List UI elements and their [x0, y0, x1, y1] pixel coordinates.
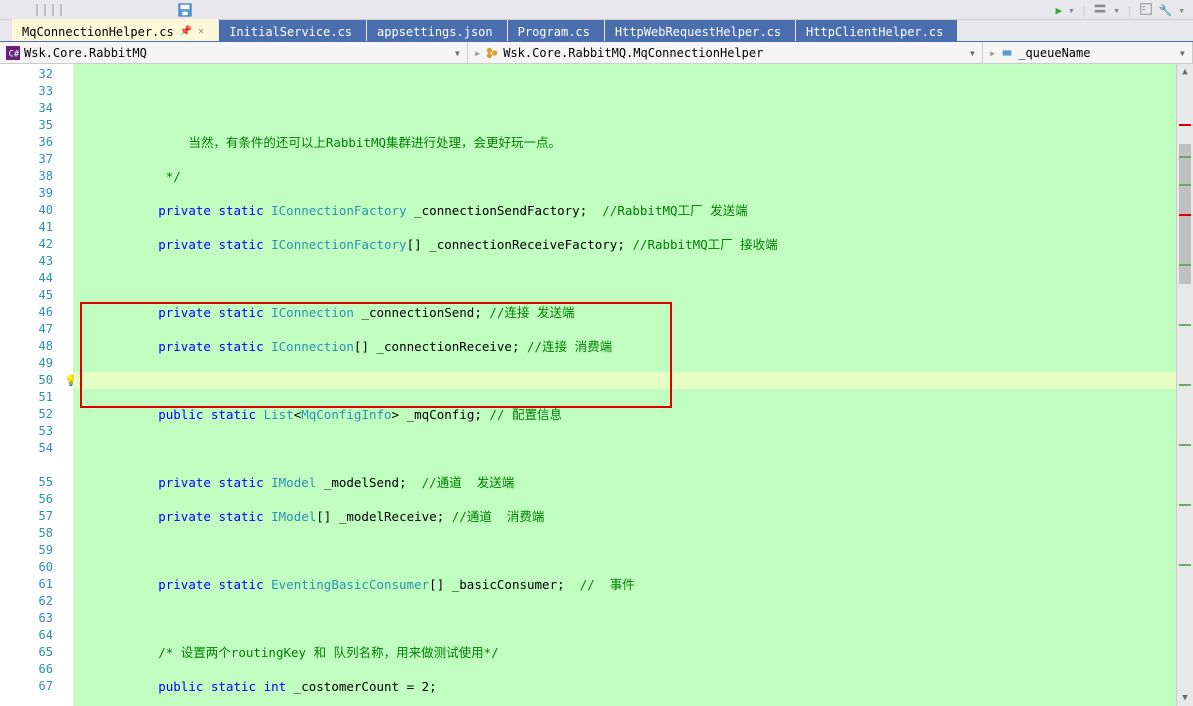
- tab-label: InitialService.cs: [229, 25, 352, 39]
- pin-icon[interactable]: 📌: [180, 26, 192, 37]
- tab-program[interactable]: Program.cs: [508, 19, 604, 41]
- wrench-icon[interactable]: 🔧: [1159, 4, 1173, 17]
- class-icon: [485, 46, 499, 60]
- tab-label: Program.cs: [518, 25, 590, 39]
- tab-mqconnectionhelper[interactable]: MqConnectionHelper.cs 📌 ✕: [12, 19, 218, 41]
- settings-icon[interactable]: [1093, 2, 1107, 19]
- tab-initialservice[interactable]: InitialService.cs: [219, 19, 366, 41]
- toolbar-grip: [60, 4, 62, 16]
- chevron-down-icon[interactable]: ▾: [1179, 46, 1186, 60]
- vertical-scrollbar[interactable]: ▲ ▼: [1176, 64, 1193, 706]
- start-target-icon[interactable]: ▶: [1056, 4, 1063, 17]
- nav-member[interactable]: ▸ _queueName ▾: [983, 42, 1193, 63]
- tab-label: HttpWebRequestHelper.cs: [615, 25, 781, 39]
- tab-appsettings[interactable]: appsettings.json: [367, 19, 507, 41]
- tab-label: HttpClientHelper.cs: [806, 25, 943, 39]
- nav-class-label: Wsk.Core.RabbitMQ.MqConnectionHelper: [503, 46, 763, 60]
- properties-icon[interactable]: [1139, 2, 1153, 19]
- save-icon[interactable]: [178, 3, 192, 17]
- tab-httpwebrequesthelper[interactable]: HttpWebRequestHelper.cs: [605, 19, 795, 41]
- chevron-down-icon[interactable]: ▾: [969, 46, 976, 60]
- toolbar-sep: |: [1126, 4, 1133, 17]
- nav-member-arrow: ▸: [989, 46, 996, 60]
- quick-access-toolbar: ▶ ▾ | ▾ | 🔧 ▾: [0, 0, 1193, 20]
- scroll-down-icon[interactable]: ▼: [1177, 690, 1193, 706]
- line-number-gutter: 3233343536373839404142434445464748495051…: [0, 64, 74, 706]
- dropdown-chevron-icon[interactable]: ▾: [1178, 4, 1185, 17]
- nav-member-label: _queueName: [1018, 46, 1090, 60]
- toolbar-sep: |: [1081, 4, 1088, 17]
- svg-text:C#: C#: [9, 49, 20, 59]
- code-area[interactable]: 当然，有条件的还可以上RabbitMQ集群进行处理，会更好玩一点。 */ pri…: [74, 64, 1176, 706]
- nav-project[interactable]: C# Wsk.Core.RabbitMQ ▾: [0, 42, 468, 63]
- file-tab-bar: MqConnectionHelper.cs 📌 ✕ InitialService…: [0, 20, 1193, 42]
- close-icon[interactable]: ✕: [198, 26, 204, 37]
- code-editor[interactable]: 3233343536373839404142434445464748495051…: [0, 64, 1193, 706]
- tab-label: appsettings.json: [377, 25, 493, 39]
- chevron-down-icon[interactable]: ▾: [454, 46, 461, 60]
- dropdown-chevron-icon[interactable]: ▾: [1068, 4, 1075, 17]
- nav-class-arrow: ▸: [474, 46, 481, 60]
- current-line-highlight: [74, 372, 1176, 389]
- navigation-bar: C# Wsk.Core.RabbitMQ ▾ ▸ Wsk.Core.Rabbit…: [0, 42, 1193, 64]
- csharp-project-icon: C#: [6, 46, 20, 60]
- nav-project-label: Wsk.Core.RabbitMQ: [24, 46, 147, 60]
- field-icon: [1000, 46, 1014, 60]
- tab-httpclienthelper[interactable]: HttpClientHelper.cs: [796, 19, 957, 41]
- scroll-up-icon[interactable]: ▲: [1177, 64, 1193, 80]
- tab-label: MqConnectionHelper.cs: [22, 25, 174, 39]
- nav-class[interactable]: ▸ Wsk.Core.RabbitMQ.MqConnectionHelper ▾: [468, 42, 983, 63]
- dropdown-chevron-icon[interactable]: ▾: [1113, 4, 1120, 17]
